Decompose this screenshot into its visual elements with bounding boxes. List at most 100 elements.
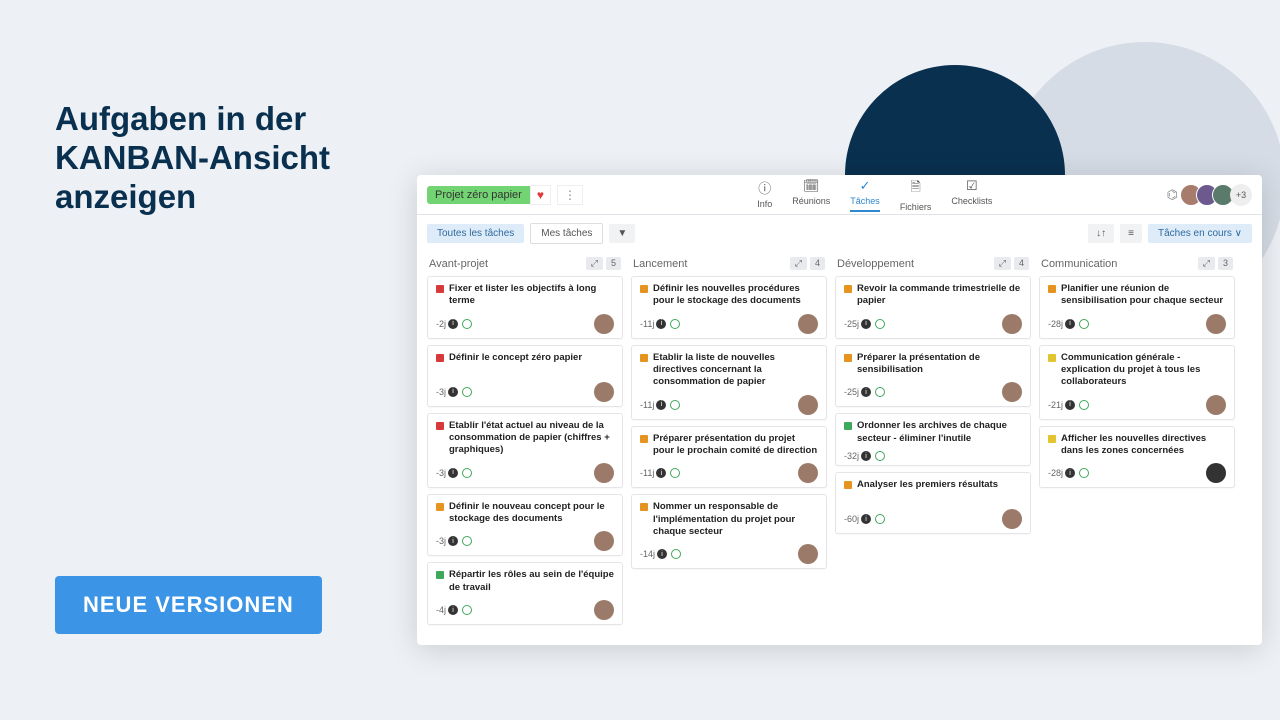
task-card[interactable]: Préparer la présentation de sensibilisat… — [835, 345, 1031, 408]
task-meta: -4ji — [436, 605, 472, 615]
filter-icon[interactable]: ▼ — [609, 224, 635, 243]
task-card[interactable]: Fixer et lister les objectifs à long ter… — [427, 276, 623, 339]
member-avatars[interactable]: +3 — [1186, 184, 1252, 206]
task-days: -32j — [844, 451, 859, 461]
assignee-avatar[interactable] — [1002, 314, 1022, 334]
priority-tag — [640, 435, 648, 443]
priority-tag — [436, 354, 444, 362]
info-badge-icon: i — [656, 468, 666, 478]
assignee-avatar[interactable] — [798, 314, 818, 334]
task-card[interactable]: Définir le concept zéro papier-3ji — [427, 345, 623, 407]
more-menu-icon[interactable]: ⋮ — [557, 185, 583, 205]
progress-ring-icon — [875, 387, 885, 397]
app-topbar: Projet zéro papier ♥ ⋮ ⓘInfo 🗓Réunions ✓… — [417, 175, 1262, 215]
priority-tag — [436, 285, 444, 293]
assignee-avatar[interactable] — [594, 531, 614, 551]
task-meta: -28ji — [1048, 468, 1089, 478]
assignee-avatar[interactable] — [594, 382, 614, 402]
sort-icon[interactable]: ↓↑ — [1088, 224, 1114, 243]
progress-ring-icon — [462, 605, 472, 615]
task-title: Planifier une réunion de sensibilisation… — [1061, 283, 1226, 308]
tab-label: Checklists — [951, 196, 992, 206]
info-badge-icon: i — [1065, 319, 1075, 329]
task-card[interactable]: Préparer présentation du projet pour le … — [631, 426, 827, 489]
assignee-avatar[interactable] — [798, 544, 818, 564]
priority-tag — [640, 503, 648, 511]
checklist-icon: ☑ — [966, 178, 978, 194]
avatar-more[interactable]: +3 — [1230, 184, 1252, 206]
task-card[interactable]: Répartir les rôles au sein de l'équipe d… — [427, 562, 623, 625]
task-card[interactable]: Afficher les nouvelles directives dans l… — [1039, 426, 1235, 489]
tab-label: Réunions — [792, 196, 830, 206]
progress-ring-icon — [875, 319, 885, 329]
tab-fichiers[interactable]: 🗎Fichiers — [900, 178, 932, 212]
task-card[interactable]: Communication générale - explication du … — [1039, 345, 1235, 420]
column-header: Développement⤢4 — [835, 251, 1031, 276]
info-badge-icon: i — [1065, 400, 1075, 410]
task-title: Définir le concept zéro papier — [449, 352, 582, 364]
info-badge-icon: i — [657, 549, 667, 559]
task-card[interactable]: Ordonner les archives de chaque secteur … — [835, 413, 1031, 466]
task-days: -3j — [436, 468, 446, 478]
column-header: Communication⤢3 — [1039, 251, 1235, 276]
assignee-avatar[interactable] — [1206, 314, 1226, 334]
status-filter-dropdown[interactable]: Tâches en cours ∨ — [1148, 224, 1252, 243]
task-days: -3j — [436, 536, 446, 546]
list-view-icon[interactable]: ≡ — [1120, 224, 1142, 243]
favorite-icon[interactable]: ♥ — [530, 185, 551, 205]
task-card[interactable]: Planifier une réunion de sensibilisation… — [1039, 276, 1235, 339]
task-card[interactable]: Définir le nouveau concept pour le stock… — [427, 494, 623, 557]
assignee-avatar[interactable] — [1206, 395, 1226, 415]
column-count: 5 — [606, 257, 621, 270]
tab-checklists[interactable]: ☑ Checklists — [951, 178, 992, 212]
tab-info[interactable]: ⓘInfo — [757, 178, 772, 212]
task-title: Communication générale - explication du … — [1061, 352, 1226, 389]
expand-icon[interactable]: ⤢ — [790, 257, 807, 270]
expand-icon[interactable]: ⤢ — [1198, 257, 1215, 270]
task-card[interactable]: Nommer un responsable de l'implémentatio… — [631, 494, 827, 569]
progress-ring-icon — [670, 400, 680, 410]
task-card[interactable]: Etablir la liste de nouvelles directives… — [631, 345, 827, 420]
task-title: Ordonner les archives de chaque secteur … — [857, 420, 1022, 445]
new-versions-button[interactable]: NEUE VERSIONEN — [55, 576, 322, 634]
task-title: Analyser les premiers résultats — [857, 479, 998, 491]
info-badge-icon: i — [448, 387, 458, 397]
assignee-avatar[interactable] — [594, 600, 614, 620]
progress-ring-icon — [462, 468, 472, 478]
column-header: Lancement⤢4 — [631, 251, 827, 276]
assignee-avatar[interactable] — [1002, 509, 1022, 529]
tab-reunions[interactable]: 🗓Réunions — [792, 178, 830, 212]
tab-taches[interactable]: ✓Tâches — [850, 178, 880, 212]
priority-tag — [844, 354, 852, 362]
assignee-avatar[interactable] — [798, 463, 818, 483]
column-title: Communication — [1041, 258, 1117, 270]
task-days: -11j — [640, 400, 654, 410]
assignee-avatar[interactable] — [1206, 463, 1226, 483]
task-card[interactable]: Analyser les premiers résultats-60ji — [835, 472, 1031, 534]
column-count: 4 — [810, 257, 825, 270]
task-meta: -2ji — [436, 319, 472, 329]
expand-icon[interactable]: ⤢ — [994, 257, 1011, 270]
filter-bar: Toutes les tâches Mes tâches ▼ ↓↑ ≡ Tâch… — [417, 215, 1262, 251]
assignee-avatar[interactable] — [1002, 382, 1022, 402]
assignee-avatar[interactable] — [594, 463, 614, 483]
task-title: Préparer la présentation de sensibilisat… — [857, 352, 1022, 377]
priority-tag — [436, 422, 444, 430]
expand-icon[interactable]: ⤢ — [586, 257, 603, 270]
task-card[interactable]: Revoir la commande trimestrielle de papi… — [835, 276, 1031, 339]
assignee-avatar[interactable] — [594, 314, 614, 334]
task-card[interactable]: Définir les nouvelles procédures pour le… — [631, 276, 827, 339]
task-days: -60j — [844, 514, 859, 524]
project-chip[interactable]: Projet zéro papier — [427, 186, 530, 204]
task-meta: -21ji — [1048, 400, 1089, 410]
filter-all-tasks[interactable]: Toutes les tâches — [427, 224, 524, 243]
task-title: Fixer et lister les objectifs à long ter… — [449, 283, 614, 308]
info-badge-icon: i — [1065, 468, 1075, 478]
task-title: Revoir la commande trimestrielle de papi… — [857, 283, 1022, 308]
task-meta: -25ji — [844, 387, 885, 397]
assignee-avatar[interactable] — [798, 395, 818, 415]
info-icon: ⓘ — [758, 178, 771, 197]
filter-my-tasks[interactable]: Mes tâches — [530, 223, 603, 244]
task-card[interactable]: Etablir l'état actuel au niveau de la co… — [427, 413, 623, 488]
org-chart-icon[interactable]: ⌬ — [1167, 187, 1178, 203]
